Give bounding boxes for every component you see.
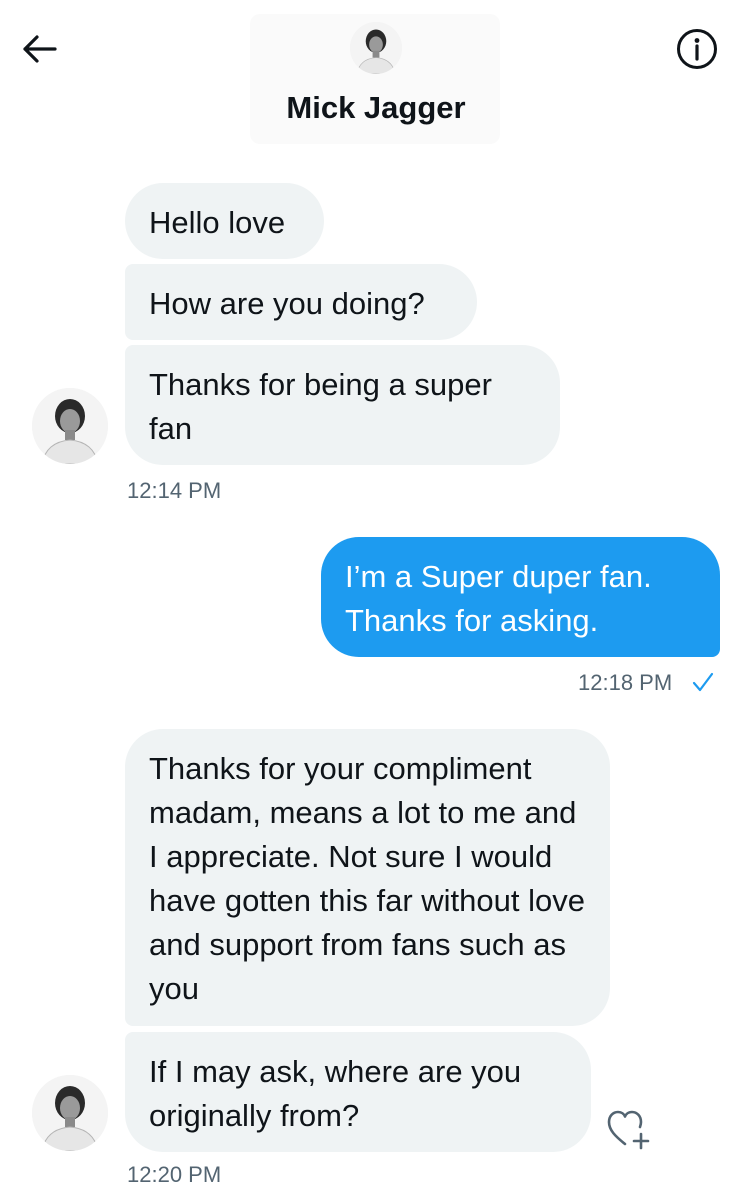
sender-avatar[interactable]	[32, 388, 108, 464]
arrow-left-icon	[23, 35, 57, 63]
message-bubble-incoming[interactable]: How are you doing?	[125, 264, 477, 340]
back-button[interactable]	[14, 24, 64, 74]
sender-avatar[interactable]	[32, 1075, 108, 1151]
add-reaction-button[interactable]	[605, 1106, 655, 1152]
info-circle-icon	[677, 29, 717, 69]
heart-plus-icon	[607, 1110, 650, 1150]
avatar-image	[350, 22, 402, 74]
message-bubble-incoming[interactable]: Thanks for being a super fan	[125, 345, 560, 465]
message-bubble-incoming[interactable]: If I may ask, where are you originally f…	[125, 1032, 591, 1152]
contact-avatar[interactable]	[350, 22, 402, 74]
avatar-image	[32, 388, 108, 464]
conversation-header: Mick Jagger	[0, 0, 751, 150]
message-timestamp: 12:18 PM	[578, 670, 673, 695]
dm-conversation: Mick Jagger Hello love How are you doing…	[0, 0, 751, 1200]
message-bubble-incoming[interactable]: Hello love	[125, 183, 324, 259]
message-timestamp: 12:14 PM	[127, 478, 222, 503]
message-timestamp: 12:20 PM	[127, 1162, 222, 1187]
checkmark-icon	[692, 672, 714, 692]
avatar-image	[32, 1075, 108, 1151]
info-button[interactable]	[672, 24, 722, 74]
message-bubble-outgoing[interactable]: I’m a Super duper fan. Thanks for asking…	[321, 537, 720, 657]
message-bubble-incoming[interactable]: Thanks for your compliment madam, means …	[125, 729, 610, 1026]
contact-name[interactable]: Mick Jagger	[226, 90, 526, 126]
